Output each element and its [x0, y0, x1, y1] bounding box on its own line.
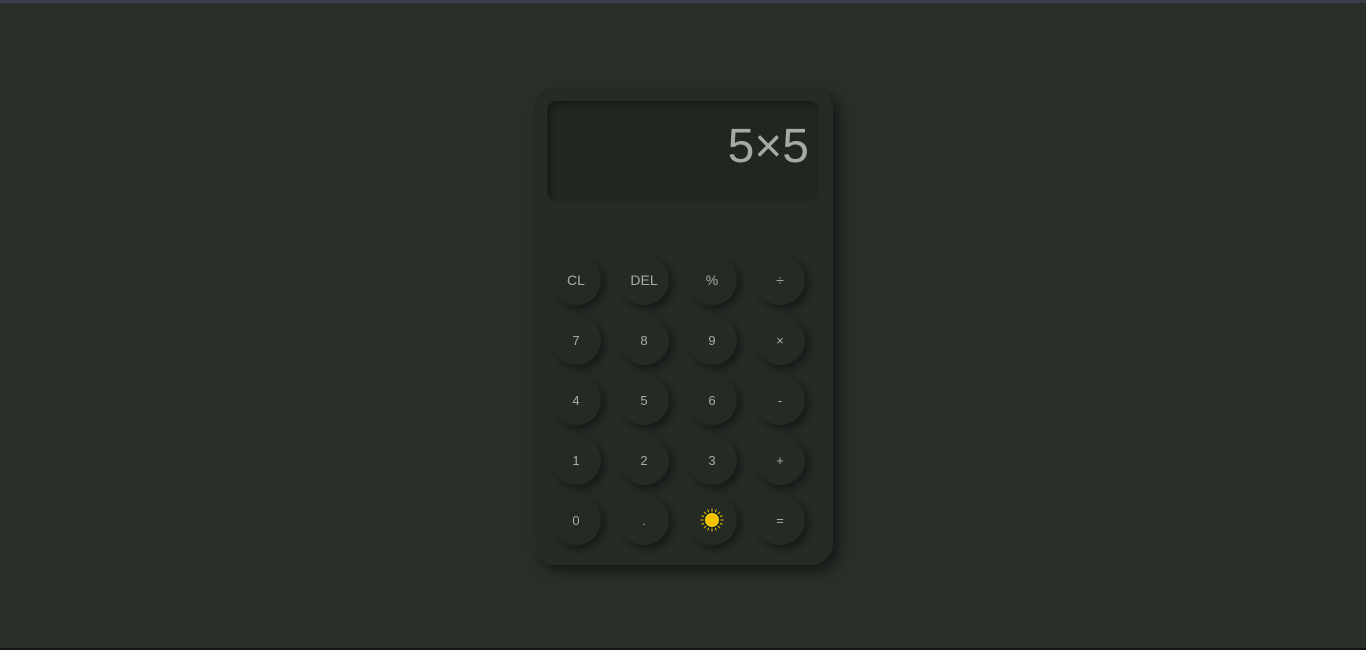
divide-button[interactable]: ÷ — [755, 255, 805, 305]
sun-icon — [700, 508, 724, 532]
digit-9-button[interactable]: 9 — [687, 315, 737, 365]
digit-8-button[interactable]: 8 — [619, 315, 669, 365]
calculator-display: 5×5 — [547, 101, 819, 201]
window-top-border — [0, 0, 1366, 3]
digit-6-button[interactable]: 6 — [687, 375, 737, 425]
add-button[interactable]: + — [755, 435, 805, 485]
digit-1-button[interactable]: 1 — [551, 435, 601, 485]
digit-3-button[interactable]: 3 — [687, 435, 737, 485]
percent-button[interactable]: % — [687, 255, 737, 305]
digit-7-button[interactable]: 7 — [551, 315, 601, 365]
digit-0-button[interactable]: 0 — [551, 495, 601, 545]
digit-4-button[interactable]: 4 — [551, 375, 601, 425]
keypad: CL DEL % ÷ 7 8 9 × 4 5 6 - 1 2 3 + 0 . = — [551, 255, 815, 545]
delete-button[interactable]: DEL — [619, 255, 669, 305]
digit-2-button[interactable]: 2 — [619, 435, 669, 485]
clear-button[interactable]: CL — [551, 255, 601, 305]
multiply-button[interactable]: × — [755, 315, 805, 365]
theme-toggle-button[interactable] — [687, 495, 737, 545]
equals-button[interactable]: = — [755, 495, 805, 545]
calculator: 5×5 CL DEL % ÷ 7 8 9 × 4 5 6 - 1 2 3 + 0… — [533, 87, 833, 565]
subtract-button[interactable]: - — [755, 375, 805, 425]
digit-5-button[interactable]: 5 — [619, 375, 669, 425]
decimal-button[interactable]: . — [619, 495, 669, 545]
display-expression: 5×5 — [727, 120, 809, 173]
